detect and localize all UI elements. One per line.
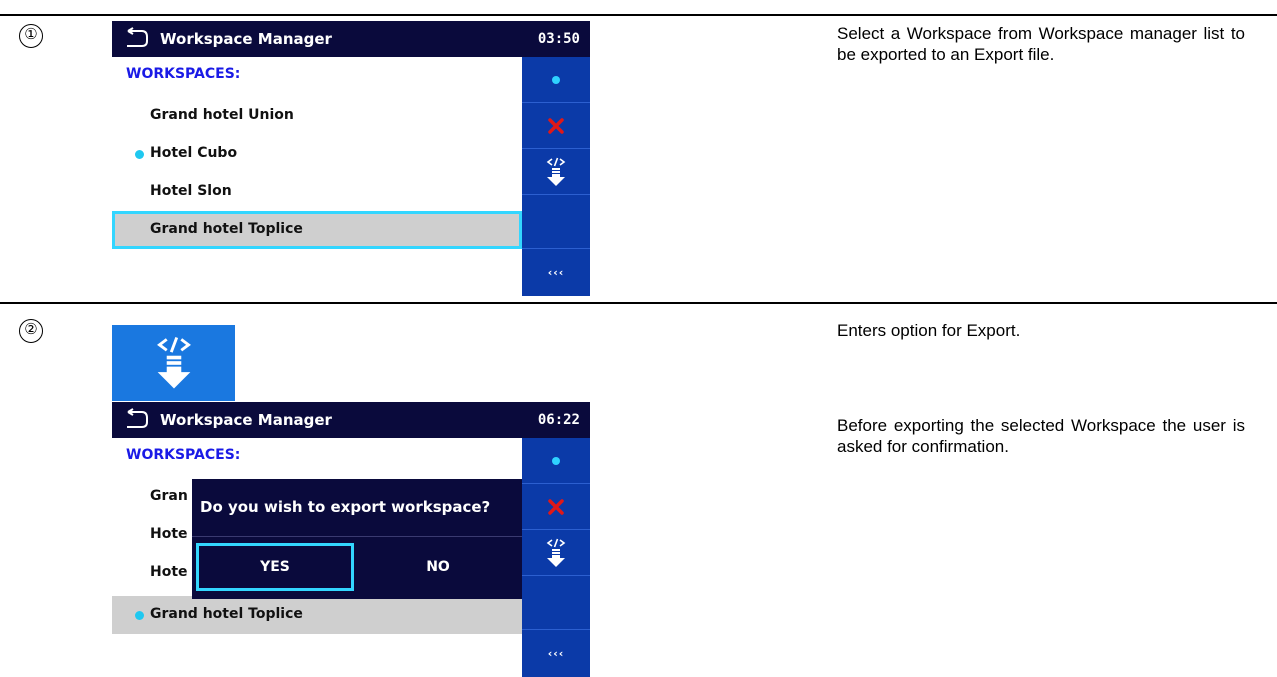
export-icon (156, 337, 191, 389)
back-icon[interactable] (124, 408, 150, 430)
export-icon (546, 538, 566, 567)
dialog-divider (192, 536, 522, 537)
step-2-description-confirm: Before exporting the selected Workspace … (837, 416, 1245, 456)
export-button[interactable] (522, 530, 590, 576)
step-2-description-export: Enters option for Export. (837, 321, 1021, 340)
delete-button[interactable] (522, 484, 590, 530)
delete-button[interactable] (522, 103, 590, 149)
list-item-selected[interactable]: Grand hotel Toplice (112, 211, 522, 249)
active-dot-icon (135, 150, 144, 159)
more-icon: ‹‹‹ (547, 647, 565, 660)
more-button[interactable]: ‹‹‹ (522, 249, 590, 296)
workspaces-heading: WORKSPACES: (126, 66, 241, 82)
top-rule (0, 14, 1277, 16)
clock: 03:50 (537, 31, 580, 47)
sidebar: ‹‹‹ (522, 57, 590, 296)
dialog-question: Do you wish to export workspace? (200, 498, 491, 516)
empty-slot (522, 195, 590, 249)
empty-slot (522, 576, 590, 630)
step-number-2: ② (19, 319, 43, 343)
more-icon: ‹‹‹ (547, 266, 565, 279)
title-bar: Workspace Manager 03:50 (112, 21, 590, 57)
back-icon[interactable] (124, 27, 150, 49)
yes-button[interactable]: YES (196, 543, 354, 591)
status-dot-icon (552, 75, 560, 84)
list-item-selected[interactable]: Grand hotel Toplice (112, 596, 522, 634)
workspace-manager-screen-2: Workspace Manager 06:22 WORKSPACES: Gran… (112, 402, 590, 677)
export-button-large (112, 325, 235, 401)
workspaces-heading: WORKSPACES: (126, 447, 241, 463)
list-item[interactable]: Grand hotel Union (112, 97, 522, 135)
active-dot-icon (135, 611, 144, 620)
open-button[interactable] (522, 57, 590, 103)
clock: 06:22 (537, 412, 580, 428)
list-item[interactable]: Hotel Cubo (112, 135, 522, 173)
export-button[interactable] (522, 149, 590, 195)
delete-icon (548, 117, 564, 134)
workspace-list: WORKSPACES: Grand hotel Union Hotel Cubo… (112, 57, 522, 296)
screen-title: Workspace Manager (160, 411, 332, 429)
open-button[interactable] (522, 438, 590, 484)
title-bar: Workspace Manager 06:22 (112, 402, 590, 438)
more-button[interactable]: ‹‹‹ (522, 630, 590, 677)
sidebar: ‹‹‹ (522, 438, 590, 677)
screen-title: Workspace Manager (160, 30, 332, 48)
step-1-description: Select a Workspace from Workspace manage… (837, 24, 1245, 64)
delete-icon (548, 498, 564, 515)
export-icon (546, 157, 566, 186)
list-item[interactable]: Hotel Slon (112, 173, 522, 211)
workspace-manager-screen-1: Workspace Manager 03:50 WORKSPACES: Gran… (112, 21, 590, 296)
step-number-1: ① (19, 24, 43, 48)
confirm-dialog: Do you wish to export workspace? YES NO (192, 479, 522, 599)
no-button[interactable]: NO (360, 543, 516, 591)
status-dot-icon (552, 456, 560, 465)
middle-rule (0, 302, 1277, 304)
